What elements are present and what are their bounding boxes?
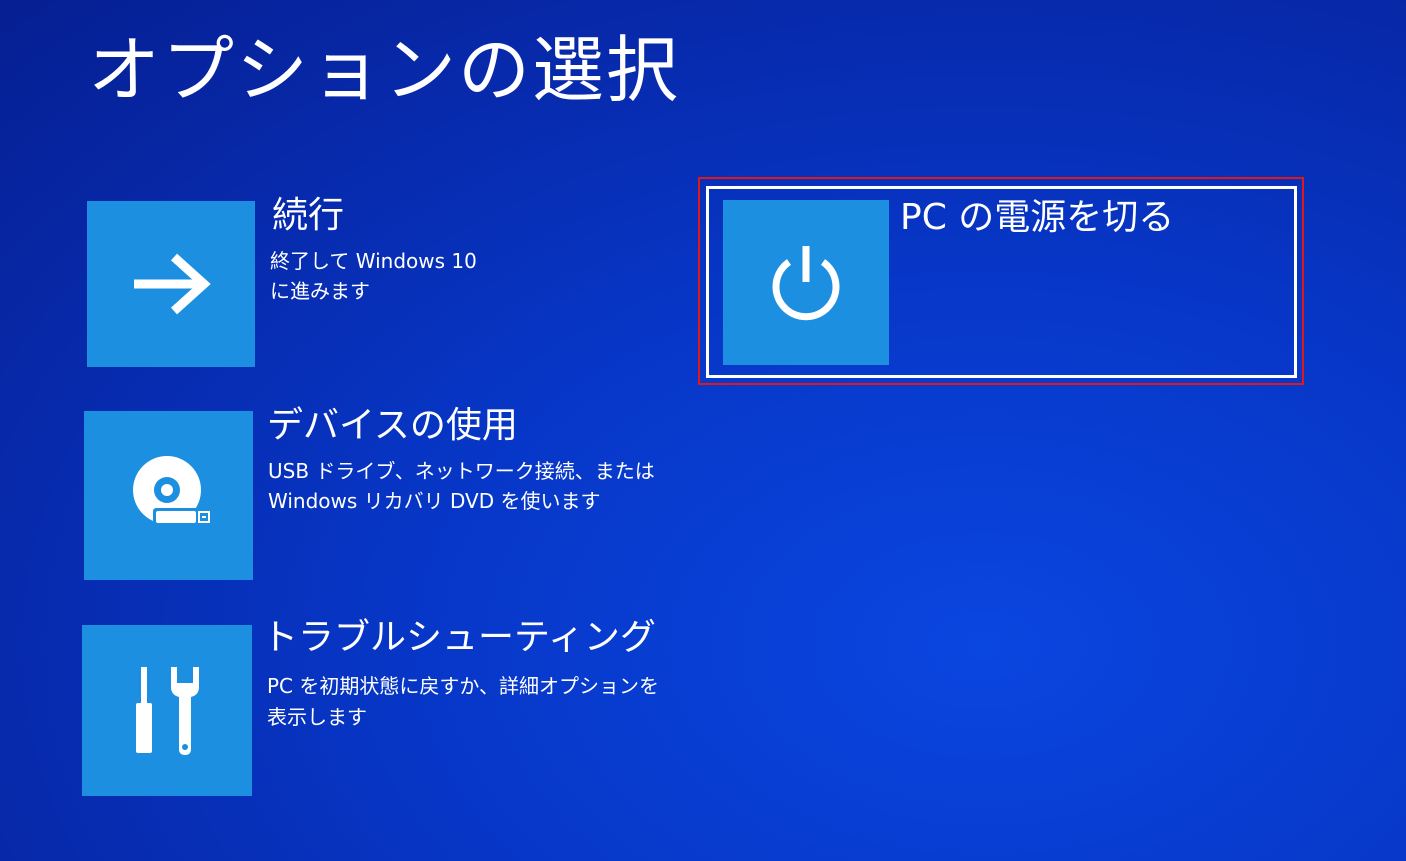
option-use-device-title: デバイスの使用 (267, 405, 518, 446)
disc-usb-icon (132, 455, 210, 526)
continue-tile[interactable] (87, 201, 255, 367)
option-use-device-desc-line2: Windows リカバリ DVD を使います (268, 489, 601, 513)
option-troubleshoot-title: トラブルシューティング (262, 617, 656, 658)
page-title: オプションの選択 (88, 28, 681, 112)
option-continue-title: 続行 (272, 195, 345, 236)
troubleshoot-tile[interactable] (82, 625, 252, 796)
option-turn-off-pc-title: PC の電源を切る (900, 197, 1175, 238)
option-continue-desc-line1: 終了して Windows 10 (270, 249, 477, 273)
arrow-right-icon (134, 253, 211, 315)
option-continue-desc-line2: に進みます (270, 279, 370, 303)
turn-off-pc-tile[interactable] (723, 200, 889, 365)
power-icon (772, 245, 840, 320)
use-device-tile[interactable] (84, 411, 253, 580)
option-troubleshoot-desc-line2: 表示します (267, 705, 367, 729)
option-troubleshoot-desc-line1: PC を初期状態に戻すか、詳細オプションを (267, 674, 659, 698)
option-use-device-desc-line1: USB ドライブ、ネットワーク接続、または (268, 459, 655, 483)
tools-icon (136, 666, 199, 755)
